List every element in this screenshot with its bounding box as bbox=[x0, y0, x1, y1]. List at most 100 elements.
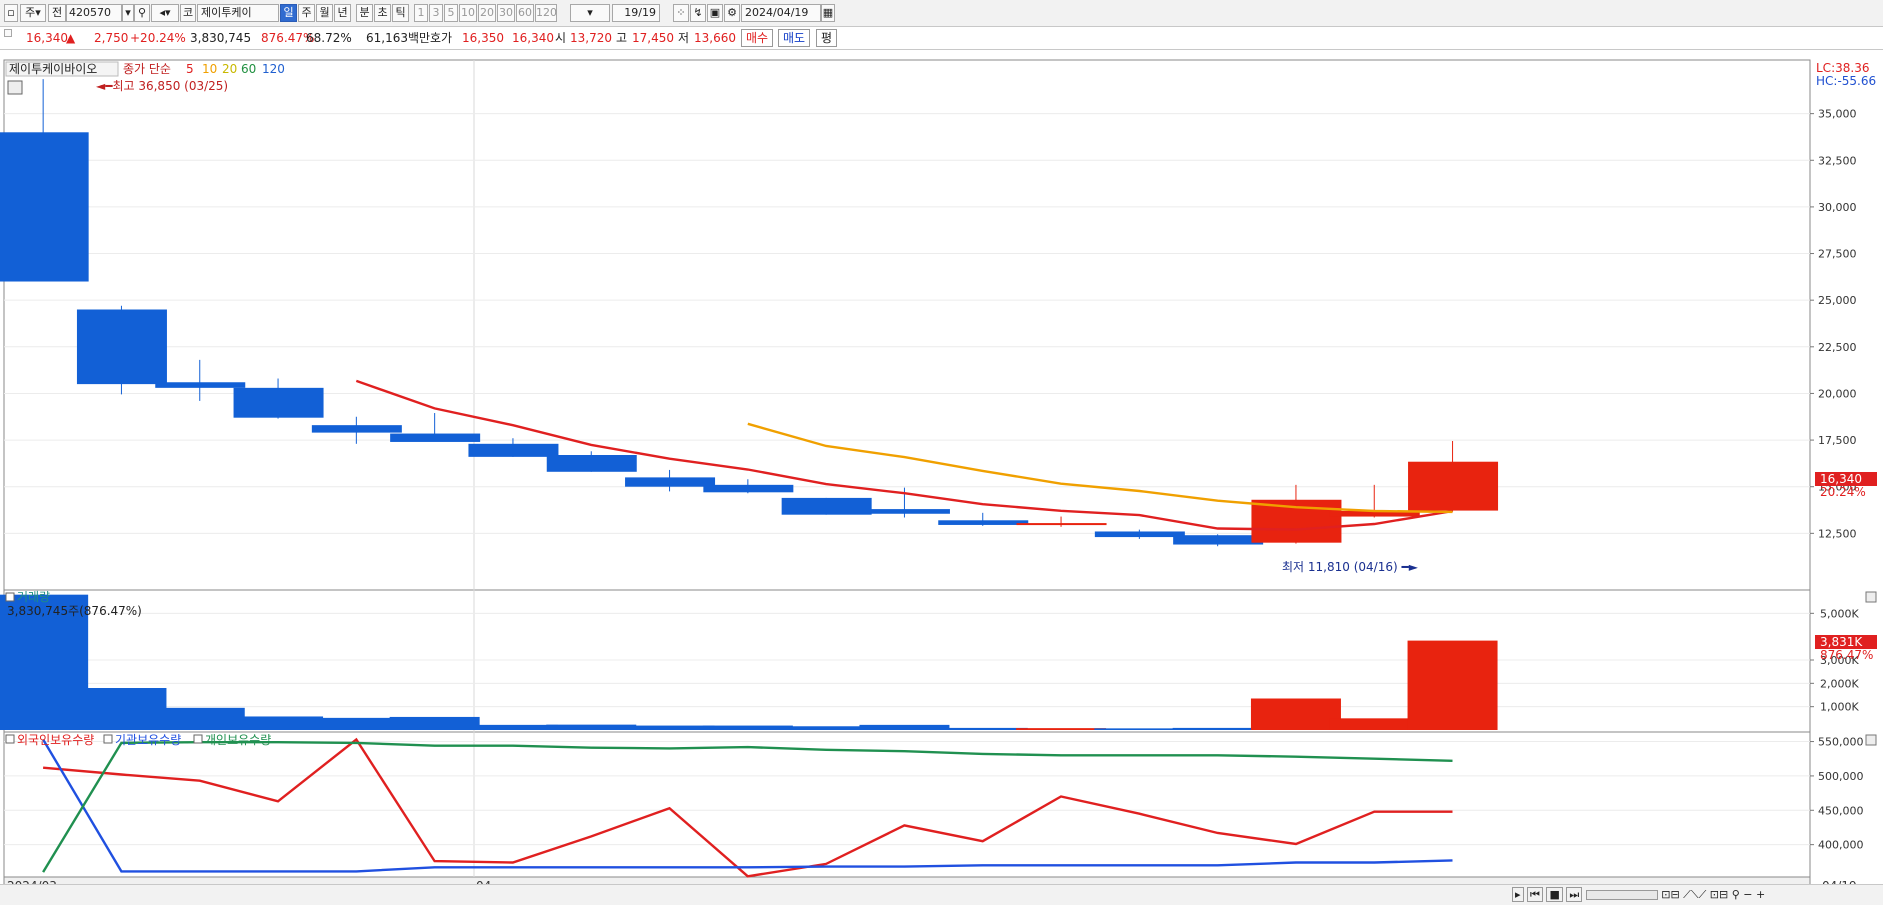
type-select[interactable]: 전 bbox=[48, 4, 66, 22]
save-icon[interactable]: ▣ bbox=[707, 4, 723, 22]
period-month-button[interactable]: 월 bbox=[316, 4, 333, 22]
volume-note: 3,830,745주(876.47%) bbox=[7, 604, 142, 618]
market-select[interactable]: 주▾ bbox=[20, 4, 46, 22]
tool-icons[interactable]: ⊡⊟ ⟋⟍⟋ ⊡⊟ ⚲ − + bbox=[1661, 888, 1765, 901]
interval-60-button[interactable]: 60 bbox=[516, 4, 534, 22]
horizontal-scrollbar[interactable] bbox=[1585, 890, 1658, 900]
period-tick-button[interactable]: 틱 bbox=[392, 4, 409, 22]
gear-icon[interactable]: ⚙ bbox=[724, 4, 740, 22]
ma-20: 20 bbox=[222, 62, 237, 76]
candle-body bbox=[546, 455, 637, 472]
holder-pane-toggle[interactable] bbox=[5, 734, 15, 744]
sell-button[interactable]: 매도 bbox=[778, 29, 811, 47]
price-tick-label: 12,500 bbox=[1818, 527, 1857, 540]
code-dropdown-icon[interactable]: ▾ bbox=[122, 4, 134, 22]
speaker-icon[interactable]: ◂▾ bbox=[151, 4, 179, 22]
volume-bar bbox=[546, 724, 637, 730]
volume-close-icon[interactable] bbox=[1865, 591, 1877, 603]
price-tick-label: 30,000 bbox=[1818, 201, 1857, 214]
price-tick-label: 17,500 bbox=[1818, 434, 1857, 447]
stop-icon[interactable]: ■ bbox=[1546, 887, 1563, 902]
candle-body bbox=[233, 387, 324, 418]
line-tool-icon[interactable]: ↯ bbox=[690, 4, 706, 22]
search-icon[interactable]: ⚲ bbox=[134, 4, 150, 22]
legend-institution: 기관보유수량 bbox=[115, 733, 181, 747]
candle-body bbox=[625, 477, 716, 487]
volume-bar bbox=[1407, 640, 1498, 730]
interval-120-button[interactable]: 120 bbox=[535, 4, 557, 22]
period-minute-button[interactable]: 분 bbox=[356, 4, 373, 22]
scroll-right-icon[interactable]: ▸ bbox=[1512, 887, 1524, 902]
grid-tool-icon[interactable]: ⁘ bbox=[673, 4, 689, 22]
candle-body bbox=[781, 497, 872, 515]
last-price-tag-text: 16,340 bbox=[1820, 472, 1862, 486]
interval-30-button[interactable]: 30 bbox=[497, 4, 515, 22]
period-day-button[interactable]: 일 bbox=[280, 4, 297, 22]
date-input[interactable]: 2024/04/19 bbox=[741, 4, 821, 22]
volume-value: 3,830,745 bbox=[190, 31, 252, 45]
volume-bar bbox=[1016, 728, 1107, 730]
buy-button[interactable]: 매수 bbox=[741, 29, 774, 47]
toolbar: ▫ 주▾ 전 420570 ▾ ⚲ ◂▾ 코 제이투케이 일 주 월 년 분 초… bbox=[0, 0, 1883, 27]
interval-1-button[interactable]: 1 bbox=[414, 4, 428, 22]
candle-body bbox=[155, 382, 246, 388]
holder-tick-label: 500,000 bbox=[1818, 770, 1864, 783]
legend-institution-toggle[interactable] bbox=[103, 734, 113, 744]
open-label: 시 bbox=[555, 31, 567, 45]
lc-label: LC:38.36 bbox=[1816, 61, 1869, 75]
scroll-first-icon[interactable]: ⏮ bbox=[1527, 887, 1543, 902]
volume-pane bbox=[3, 589, 1811, 733]
holder-tick-label: 550,000 bbox=[1818, 736, 1864, 749]
category-prefix[interactable]: 코 bbox=[180, 4, 196, 22]
panel-toggle-icon[interactable] bbox=[4, 29, 12, 37]
stock-code-input[interactable]: 420570 bbox=[66, 4, 122, 22]
legend-individual: 개인보유수량 bbox=[205, 733, 271, 747]
ask-price: 16,350 bbox=[462, 31, 504, 45]
period-year-button[interactable]: 년 bbox=[334, 4, 351, 22]
interval-3-button[interactable]: 3 bbox=[429, 4, 443, 22]
high-label: 고 bbox=[616, 31, 628, 45]
data-count-field[interactable]: 19/19 bbox=[612, 4, 660, 22]
candle-body bbox=[1094, 531, 1185, 538]
candle-body bbox=[859, 509, 950, 514]
calendar-icon[interactable]: ▦ bbox=[821, 4, 835, 22]
price-tick-label: 22,500 bbox=[1818, 341, 1857, 354]
period-week-button[interactable]: 주 bbox=[298, 4, 315, 22]
volume-bar bbox=[467, 724, 558, 730]
eval-button[interactable]: 평 bbox=[816, 29, 838, 47]
scroll-controls: ▸ ⏮ ■ ⏭ ⊡⊟ ⟋⟍⟋ ⊡⊟ ⚲ − + bbox=[1512, 887, 1765, 902]
candle-body bbox=[468, 443, 559, 457]
candle-body bbox=[0, 132, 89, 282]
candle-body bbox=[390, 433, 481, 442]
holder-pane bbox=[3, 731, 1811, 878]
low-label: 저 bbox=[678, 31, 690, 45]
stock-chart[interactable]: 35,000 32,500 30,000 27,500 25,000 22,500 20,0… bbox=[0, 50, 1883, 904]
holder-close-icon[interactable] bbox=[1865, 734, 1877, 746]
scroll-last-icon[interactable]: ⏭ bbox=[1566, 887, 1583, 902]
interval-20-button[interactable]: 20 bbox=[478, 4, 496, 22]
volume-bar bbox=[1250, 698, 1341, 730]
stock-title: 제이투케이바이오 bbox=[9, 62, 97, 76]
volume-pane-toggle[interactable] bbox=[5, 592, 15, 602]
price-tick-label: 32,500 bbox=[1818, 154, 1857, 167]
calculator-icon[interactable] bbox=[7, 80, 23, 95]
volume-title: 거래량 bbox=[17, 590, 50, 604]
high-note: ◄━최고 36,850 (03/25) bbox=[96, 79, 228, 93]
interval-10-button[interactable]: 10 bbox=[459, 4, 477, 22]
window-icon[interactable]: ▫ bbox=[4, 4, 18, 22]
stock-name-field[interactable]: 제이투케이 bbox=[197, 4, 279, 22]
candle-body bbox=[938, 520, 1029, 525]
last-pct-tag: 20.24% bbox=[1820, 485, 1866, 499]
trade-amount: 61,163백만 bbox=[366, 31, 431, 45]
chart-status-bar: ▸ ⏮ ■ ⏭ ⊡⊟ ⟋⟍⟋ ⊡⊟ ⚲ − + bbox=[0, 884, 1883, 905]
legend-individual-toggle[interactable] bbox=[193, 734, 203, 744]
low-note: 최저 11,810 (04/16) ━► bbox=[1282, 560, 1419, 574]
interval-5-button[interactable]: 5 bbox=[444, 4, 458, 22]
price-tick-label: 25,000 bbox=[1818, 294, 1857, 307]
legend-foreigner: 외국인보유수량 bbox=[17, 733, 94, 747]
high-note-text: 최고 36,850 (03/25) bbox=[112, 79, 228, 93]
volume-tick-label: 5,000K bbox=[1820, 607, 1859, 620]
period-second-button[interactable]: 초 bbox=[374, 4, 391, 22]
volume-bar bbox=[702, 725, 793, 730]
interval-custom-select[interactable]: ▾ bbox=[570, 4, 610, 22]
